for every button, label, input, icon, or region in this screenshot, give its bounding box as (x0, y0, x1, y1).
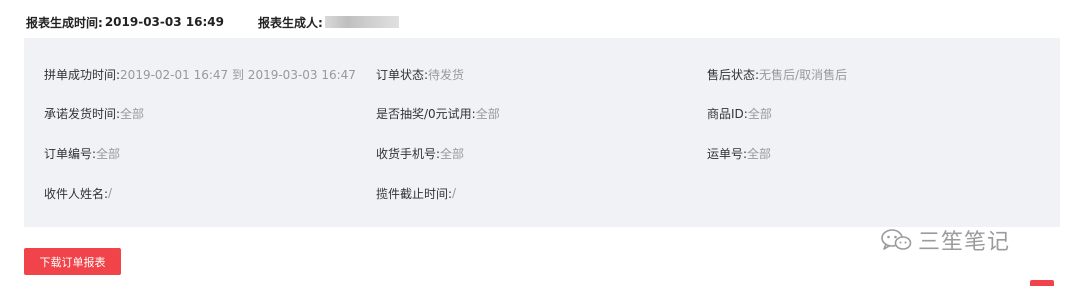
filter-label: 是否抽奖/0元试用: (376, 106, 476, 121)
filter-value: 全部 (475, 106, 500, 121)
filter-value: 2019-02-01 16:47 到 2019-03-03 16:47 (120, 67, 356, 82)
report-header: 报表生成时间: 2019-03-03 16:49 报表生成人: (26, 12, 399, 32)
report-time-value: 2019-03-03 16:49 (104, 15, 224, 29)
filter-row: 订单编号: 全部 收货手机号: 全部 运单号: 全部 (24, 144, 1060, 162)
filter-value: 无售后/取消售后 (759, 67, 848, 82)
filter-after-sale-status: 售后状态: 无售后/取消售后 (707, 65, 847, 83)
filter-label: 订单编号: (44, 146, 97, 161)
filter-row: 收件人姓名: / 揽件截止时间: / (24, 184, 1060, 202)
download-order-report-button[interactable]: 下载订单报表 (24, 248, 121, 275)
filter-value: / (452, 186, 457, 200)
filter-product-id: 商品ID: 全部 (707, 104, 772, 122)
filter-value: 全部 (747, 146, 772, 161)
filter-pickup-deadline: 揽件截止时间: / (376, 184, 456, 202)
filter-receiver-name: 收件人姓名: / (44, 184, 112, 202)
filter-value: 全部 (96, 146, 121, 161)
report-creator-group: 报表生成人: (258, 14, 399, 31)
filter-label: 运单号: (707, 146, 748, 161)
filter-label: 承诺发货时间: (44, 106, 121, 121)
corner-tab[interactable] (1030, 280, 1054, 286)
filter-value: 待发货 (428, 67, 465, 82)
filter-order-number: 订单编号: 全部 (44, 144, 120, 162)
report-creator-label: 报表生成人: (257, 15, 323, 30)
filter-label: 商品ID: (707, 106, 748, 121)
report-time-group: 报表生成时间: 2019-03-03 16:49 (26, 14, 224, 31)
filter-label: 收货手机号: (376, 146, 441, 161)
filter-label: 订单状态: (376, 67, 429, 82)
filter-label: 收件人姓名: (44, 186, 109, 201)
watermark: 三笙笔记 (880, 222, 1010, 258)
filter-summary-panel: 拼单成功时间: 2019-02-01 16:47 到 2019-03-03 16… (24, 38, 1060, 227)
filter-row: 拼单成功时间: 2019-02-01 16:47 到 2019-03-03 16… (24, 65, 1060, 83)
filter-promised-ship-time: 承诺发货时间: 全部 (44, 104, 144, 122)
filter-tracking-number: 运单号: 全部 (707, 144, 771, 162)
filter-value: 全部 (120, 106, 145, 121)
wechat-icon (881, 229, 912, 250)
filter-receiver-phone: 收货手机号: 全部 (376, 144, 464, 162)
filter-lottery-trial: 是否抽奖/0元试用: 全部 (376, 104, 500, 122)
filter-value: 全部 (747, 106, 772, 121)
filter-group-success-time: 拼单成功时间: 2019-02-01 16:47 到 2019-03-03 16… (44, 65, 356, 83)
filter-value: / (108, 186, 113, 200)
filter-label: 售后状态: (707, 67, 760, 82)
redacted-creator-name (324, 16, 399, 28)
filter-label: 拼单成功时间: (44, 67, 121, 82)
filter-label: 揽件截止时间: (376, 186, 453, 201)
filter-value: 全部 (440, 146, 465, 161)
filter-order-status: 订单状态: 待发货 (376, 65, 464, 83)
report-time-label: 报表生成时间: (26, 15, 103, 30)
filter-row: 承诺发货时间: 全部 是否抽奖/0元试用: 全部 商品ID: 全部 (24, 104, 1060, 122)
watermark-text: 三笙笔记 (918, 230, 1011, 255)
